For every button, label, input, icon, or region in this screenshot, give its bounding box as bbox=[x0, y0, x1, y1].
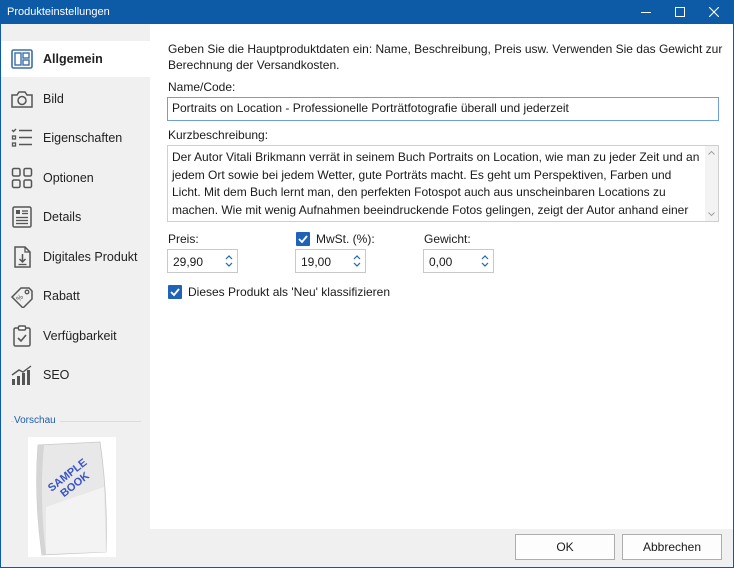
window-title: Produkteinstellungen bbox=[7, 6, 110, 18]
ok-button[interactable]: OK bbox=[515, 534, 615, 560]
scroll-down-icon bbox=[708, 212, 715, 217]
maximize-button[interactable] bbox=[663, 0, 697, 24]
bar-chart-icon bbox=[11, 365, 32, 385]
book-cover-image: SAMPLEBOOK bbox=[36, 441, 107, 556]
main-panel: Geben Sie die Hauptproduktdaten ein: Nam… bbox=[150, 24, 733, 529]
checkmark-icon bbox=[170, 288, 180, 297]
sidebar: Allgemein Bild Eigenschaften Optionen De… bbox=[1, 24, 150, 567]
close-button[interactable] bbox=[697, 0, 731, 24]
close-icon bbox=[709, 7, 719, 17]
spin-arrows-icon[interactable] bbox=[479, 252, 491, 270]
sidebar-item-label: Verfügbarkeit bbox=[43, 329, 117, 343]
price-input[interactable]: 29,90 bbox=[167, 249, 238, 273]
sidebar-item-bild[interactable]: Bild bbox=[1, 81, 150, 117]
sidebar-item-label: Eigenschaften bbox=[43, 131, 123, 145]
short-desc-text: Der Autor Vitali Brikmann verrät in sein… bbox=[172, 150, 700, 221]
short-desc-label: Kurzbeschreibung: bbox=[168, 128, 269, 142]
short-desc-textarea[interactable]: Der Autor Vitali Brikmann verrät in sein… bbox=[167, 145, 719, 222]
sidebar-item-label: Rabatt bbox=[43, 289, 80, 303]
layout-icon bbox=[11, 49, 33, 69]
tag-icon: % bbox=[10, 287, 33, 308]
sidebar-item-digitales-produkt[interactable]: Digitales Produkt bbox=[1, 239, 150, 275]
product-preview-image: SAMPLEBOOK bbox=[28, 437, 116, 557]
spin-arrows-icon[interactable] bbox=[351, 252, 363, 270]
name-input[interactable]: Portraits on Location - Professionelle P… bbox=[167, 97, 719, 121]
sidebar-item-eigenschaften[interactable]: Eigenschaften bbox=[1, 120, 150, 156]
dialog-footer: OK Abbrechen bbox=[150, 529, 733, 567]
checkmark-icon bbox=[298, 235, 308, 244]
weight-value: 0,00 bbox=[429, 255, 453, 269]
maximize-icon bbox=[675, 7, 685, 17]
weight-label: Gewicht: bbox=[424, 232, 471, 246]
vat-input[interactable]: 19,00 bbox=[295, 249, 366, 273]
intro-text: Geben Sie die Hauptproduktdaten ein: Nam… bbox=[168, 42, 723, 72]
scroll-up-icon bbox=[708, 150, 715, 155]
weight-input[interactable]: 0,00 bbox=[423, 249, 494, 273]
sidebar-item-rabatt[interactable]: % Rabatt bbox=[1, 278, 150, 314]
vat-label: MwSt. (%): bbox=[316, 232, 375, 246]
minimize-button[interactable] bbox=[629, 0, 663, 24]
camera-icon bbox=[11, 91, 33, 108]
short-desc-scrollbar[interactable] bbox=[705, 146, 718, 221]
new-product-label: Dieses Produkt als 'Neu' klassifizieren bbox=[188, 285, 390, 299]
preview-label: Vorschau bbox=[14, 415, 60, 426]
clipboard-check-icon bbox=[13, 325, 31, 347]
sidebar-item-allgemein[interactable]: Allgemein bbox=[1, 41, 150, 77]
sidebar-item-optionen[interactable]: Optionen bbox=[1, 160, 150, 196]
new-product-checkbox[interactable] bbox=[168, 285, 182, 299]
grid-icon bbox=[11, 167, 33, 189]
vat-value: 19,00 bbox=[301, 255, 332, 269]
title-bar: Produkteinstellungen bbox=[0, 0, 734, 24]
spin-arrows-icon[interactable] bbox=[223, 252, 235, 270]
vat-checkbox[interactable] bbox=[296, 232, 310, 246]
sidebar-item-label: Allgemein bbox=[43, 52, 103, 66]
sidebar-item-label: Details bbox=[43, 210, 82, 224]
download-file-icon bbox=[14, 246, 31, 268]
price-value: 29,90 bbox=[173, 255, 204, 269]
sidebar-item-seo[interactable]: SEO bbox=[1, 357, 150, 393]
sidebar-item-label: Bild bbox=[43, 92, 64, 106]
minimize-icon bbox=[641, 12, 651, 13]
sidebar-item-label: Optionen bbox=[43, 171, 94, 185]
price-label: Preis: bbox=[168, 232, 199, 246]
sidebar-item-label: Digitales Produkt bbox=[43, 250, 138, 264]
sidebar-item-verfuegbarkeit[interactable]: Verfügbarkeit bbox=[1, 318, 150, 354]
sidebar-item-label: SEO bbox=[43, 368, 70, 382]
list-icon bbox=[11, 128, 32, 147]
sidebar-item-details[interactable]: Details bbox=[1, 199, 150, 235]
name-label: Name/Code: bbox=[168, 80, 236, 94]
cancel-button[interactable]: Abbrechen bbox=[622, 534, 722, 560]
details-icon bbox=[12, 206, 32, 228]
